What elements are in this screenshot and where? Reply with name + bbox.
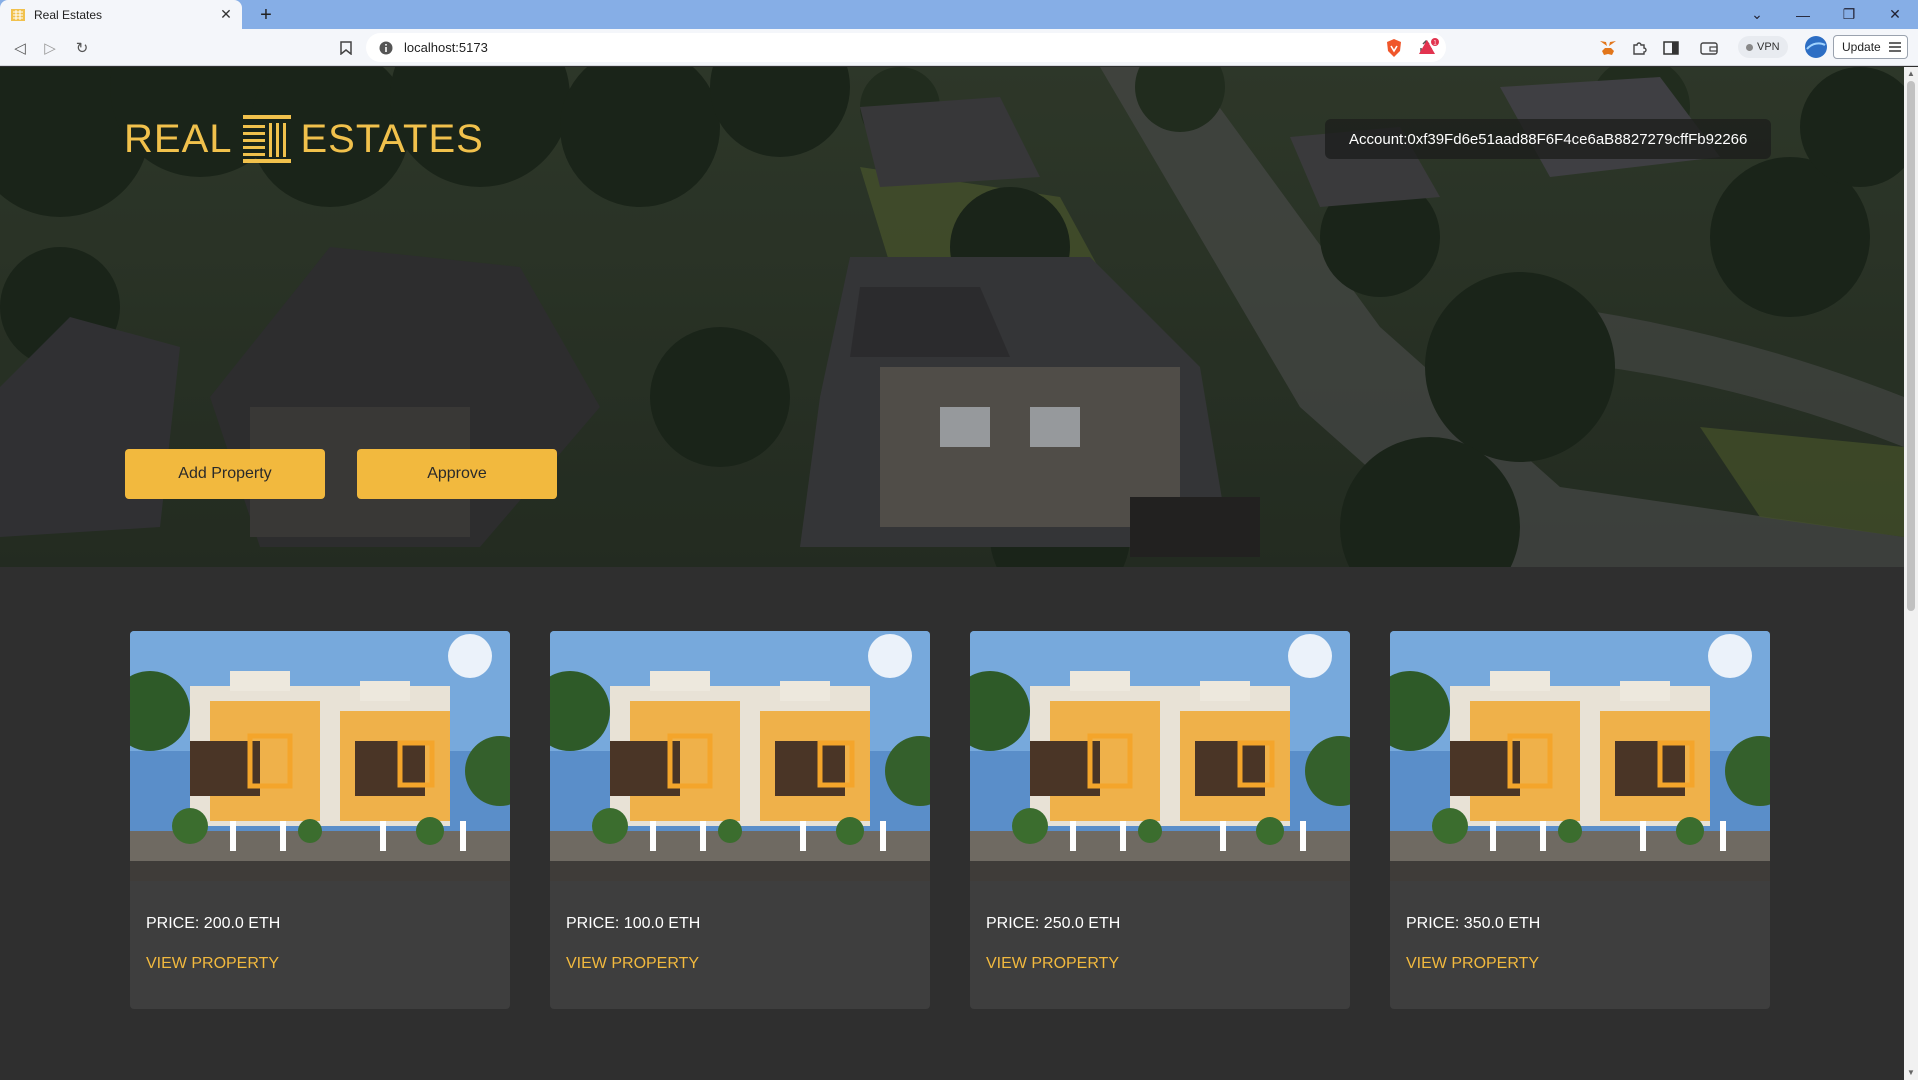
site-logo[interactable]: REAL ESTATES: [124, 115, 484, 163]
account-address-badge: Account:0xf39Fd6e51aad88F6F4ce6aB8827279…: [1325, 119, 1772, 159]
url-text[interactable]: localhost:5173: [404, 40, 488, 55]
window-controls: ⌄ — ❐ ✕: [1734, 0, 1918, 29]
property-photo-image[interactable]: [130, 631, 510, 881]
address-bar[interactable]: localhost:5173: [366, 33, 1446, 62]
property-card[interactable]: PRICE: 200.0 ETH VIEW PROPERTY: [130, 631, 510, 1009]
wallet-icon[interactable]: [1698, 37, 1720, 59]
logo-text-estates: ESTATES: [300, 116, 484, 161]
property-card[interactable]: PRICE: 350.0 ETH VIEW PROPERTY: [1390, 631, 1770, 1009]
view-property-link[interactable]: VIEW PROPERTY: [566, 955, 930, 973]
bookmark-icon[interactable]: [334, 36, 358, 60]
property-price: PRICE: 350.0 ETH: [1406, 915, 1541, 932]
property-card[interactable]: PRICE: 100.0 ETH VIEW PROPERTY: [550, 631, 930, 1009]
restore-button[interactable]: ❐: [1826, 0, 1872, 29]
logo-favicon-icon: [10, 7, 26, 23]
hero-banner: REAL ESTATES Account:0xf39Fd6e51aad88F6F…: [0, 67, 1904, 567]
tab-title: Real Estates: [34, 7, 103, 22]
update-button[interactable]: Update: [1833, 35, 1908, 59]
forward-button[interactable]: ▷: [38, 36, 62, 60]
sidebar-toggle-icon[interactable]: [1660, 37, 1682, 59]
approve-button[interactable]: Approve: [357, 449, 557, 499]
site-info-icon[interactable]: [378, 40, 394, 56]
tab-search-dropdown-icon[interactable]: ⌄: [1734, 0, 1780, 29]
reload-button[interactable]: ↻: [70, 36, 94, 60]
vpn-status-icon: [1746, 43, 1753, 51]
profile-avatar[interactable]: [1804, 35, 1828, 59]
scroll-up-icon[interactable]: ▲: [1904, 67, 1918, 81]
property-price: PRICE: 200.0 ETH: [146, 915, 281, 932]
property-price: PRICE: 100.0 ETH: [566, 915, 701, 932]
extensions-puzzle-icon[interactable]: [1628, 37, 1650, 59]
logo-text-real: REAL: [124, 116, 233, 161]
property-photo-image[interactable]: [1390, 631, 1770, 881]
minimize-button[interactable]: —: [1780, 0, 1826, 29]
browser-tab[interactable]: Real Estates ✕: [0, 0, 242, 29]
property-photo-image[interactable]: [970, 631, 1350, 881]
logo-mark-icon: [242, 115, 291, 163]
page-viewport: REAL ESTATES Account:0xf39Fd6e51aad88F6F…: [0, 67, 1904, 1080]
view-property-link[interactable]: VIEW PROPERTY: [986, 955, 1350, 973]
browser-tabbar: Real Estates ✕ + ⌄ — ❐ ✕: [0, 0, 1918, 29]
back-button[interactable]: ◁: [8, 36, 32, 60]
page-scrollbar[interactable]: ▲ ▼: [1904, 67, 1918, 1080]
view-property-link[interactable]: VIEW PROPERTY: [146, 955, 510, 973]
vpn-button[interactable]: VPN: [1738, 36, 1788, 58]
property-price: PRICE: 250.0 ETH: [986, 915, 1121, 932]
add-property-button[interactable]: Add Property: [125, 449, 325, 499]
new-tab-button[interactable]: +: [254, 3, 278, 27]
menu-hamburger-icon: [1888, 42, 1901, 52]
browser-toolbar: ◁ ▷ ↻ localhost:5173 1 VPN Update: [0, 29, 1918, 66]
property-card[interactable]: PRICE: 250.0 ETH VIEW PROPERTY: [970, 631, 1350, 1009]
property-list: PRICE: 200.0 ETH VIEW PROPERTY PRICE: 10…: [130, 631, 1770, 1009]
tab-close-icon[interactable]: ✕: [218, 6, 234, 23]
property-photo-image[interactable]: [550, 631, 930, 881]
close-window-button[interactable]: ✕: [1872, 0, 1918, 29]
update-label: Update: [1842, 40, 1881, 54]
view-property-link[interactable]: VIEW PROPERTY: [1406, 955, 1770, 973]
scroll-thumb[interactable]: [1907, 81, 1915, 611]
brave-rewards-icon[interactable]: 1: [1418, 37, 1440, 59]
scroll-down-icon[interactable]: ▼: [1904, 1066, 1918, 1080]
vpn-label: VPN: [1757, 41, 1780, 53]
metamask-icon[interactable]: [1597, 37, 1619, 59]
brave-shields-icon[interactable]: [1383, 37, 1405, 59]
